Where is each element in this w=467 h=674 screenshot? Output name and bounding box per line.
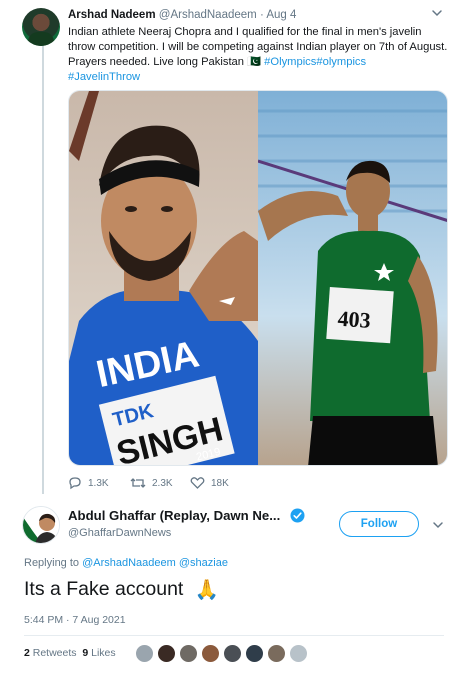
hashtag-olympics[interactable]: #Olympics	[264, 56, 316, 68]
tweet-media-image[interactable]: INDIA TDK SINGH 2019 403	[68, 90, 448, 466]
divider	[24, 635, 444, 636]
reply-author-handle[interactable]: @GhaffarDawnNews	[68, 527, 171, 539]
hashtag-olympics-lower[interactable]: #olympics	[316, 56, 366, 68]
chevron-down-icon[interactable]	[431, 518, 445, 532]
replying-to-handles[interactable]: @ArshadNaadeem @shaziae	[82, 557, 228, 569]
hashtag-javelinthrow[interactable]: #JavelinThrow	[68, 71, 140, 83]
athlete-photo-pakistan: 403	[258, 91, 447, 465]
chevron-down-icon[interactable]	[430, 6, 444, 20]
liker-avatars	[135, 644, 311, 664]
tweet-date[interactable]: Aug 4	[266, 9, 296, 21]
likes-label[interactable]: Likes	[88, 647, 116, 659]
reply-author-avatar[interactable]	[22, 506, 60, 544]
author-name[interactable]: Arshad Nadeem	[68, 9, 156, 21]
like-action[interactable]: 18K	[190, 476, 229, 490]
reply-author-name[interactable]: Abdul Ghaffar (Replay, Dawn Ne...	[68, 508, 280, 523]
author-avatar[interactable]	[22, 8, 60, 46]
liker-avatar[interactable]	[135, 644, 154, 663]
pakistan-flag-emoji: 🇵🇰	[247, 56, 262, 68]
liker-avatar[interactable]	[157, 644, 176, 663]
liker-avatar[interactable]	[289, 644, 308, 663]
tweet-header: Arshad Nadeem @ArshadNaadeem · Aug 4	[68, 9, 296, 21]
replying-to: Replying to @ArshadNaadeem @shaziae	[24, 557, 228, 569]
retweets-label[interactable]: Retweets	[30, 647, 83, 659]
separator-dot: ·	[259, 9, 264, 21]
liker-avatar[interactable]	[245, 644, 264, 663]
liker-avatar[interactable]	[201, 644, 220, 663]
retweet-count: 2.3K	[152, 477, 173, 489]
author-handle[interactable]: @ArshadNaadeem	[159, 9, 257, 21]
bib-number: 403	[337, 306, 372, 333]
praying-hands-emoji: 🙏	[194, 579, 220, 601]
retweet-icon	[130, 478, 146, 488]
retweet-action[interactable]: 2.3K	[130, 476, 173, 490]
replying-prefix: Replying to	[24, 557, 83, 569]
reply-action[interactable]: 1.3K	[68, 476, 109, 490]
engagement-stats: 2 Retweets 9 Likes	[24, 647, 116, 659]
reply-body: Its a Fake account	[24, 578, 184, 601]
tweet-actions: 1.3K 2.3K 18K	[68, 476, 448, 496]
tweet-text: Indian athlete Neeraj Chopra and I quali…	[68, 25, 448, 85]
reply-count: 1.3K	[88, 477, 109, 489]
verified-badge-icon	[290, 508, 305, 523]
follow-button[interactable]: Follow	[339, 511, 419, 537]
heart-icon	[190, 477, 205, 489]
athlete-photo-india: INDIA TDK SINGH 2019	[69, 91, 258, 465]
liker-avatar[interactable]	[267, 644, 286, 663]
reply-timestamp[interactable]: 5:44 PM · 7 Aug 2021	[24, 614, 126, 626]
like-count: 18K	[211, 477, 229, 489]
reply-icon	[69, 477, 81, 490]
original-tweet[interactable]: Arshad Nadeem @ArshadNaadeem · Aug 4 Ind…	[0, 0, 467, 500]
liker-avatar[interactable]	[179, 644, 198, 663]
liker-avatar[interactable]	[223, 644, 242, 663]
reply-text: Its a Fake account 🙏	[24, 578, 219, 602]
